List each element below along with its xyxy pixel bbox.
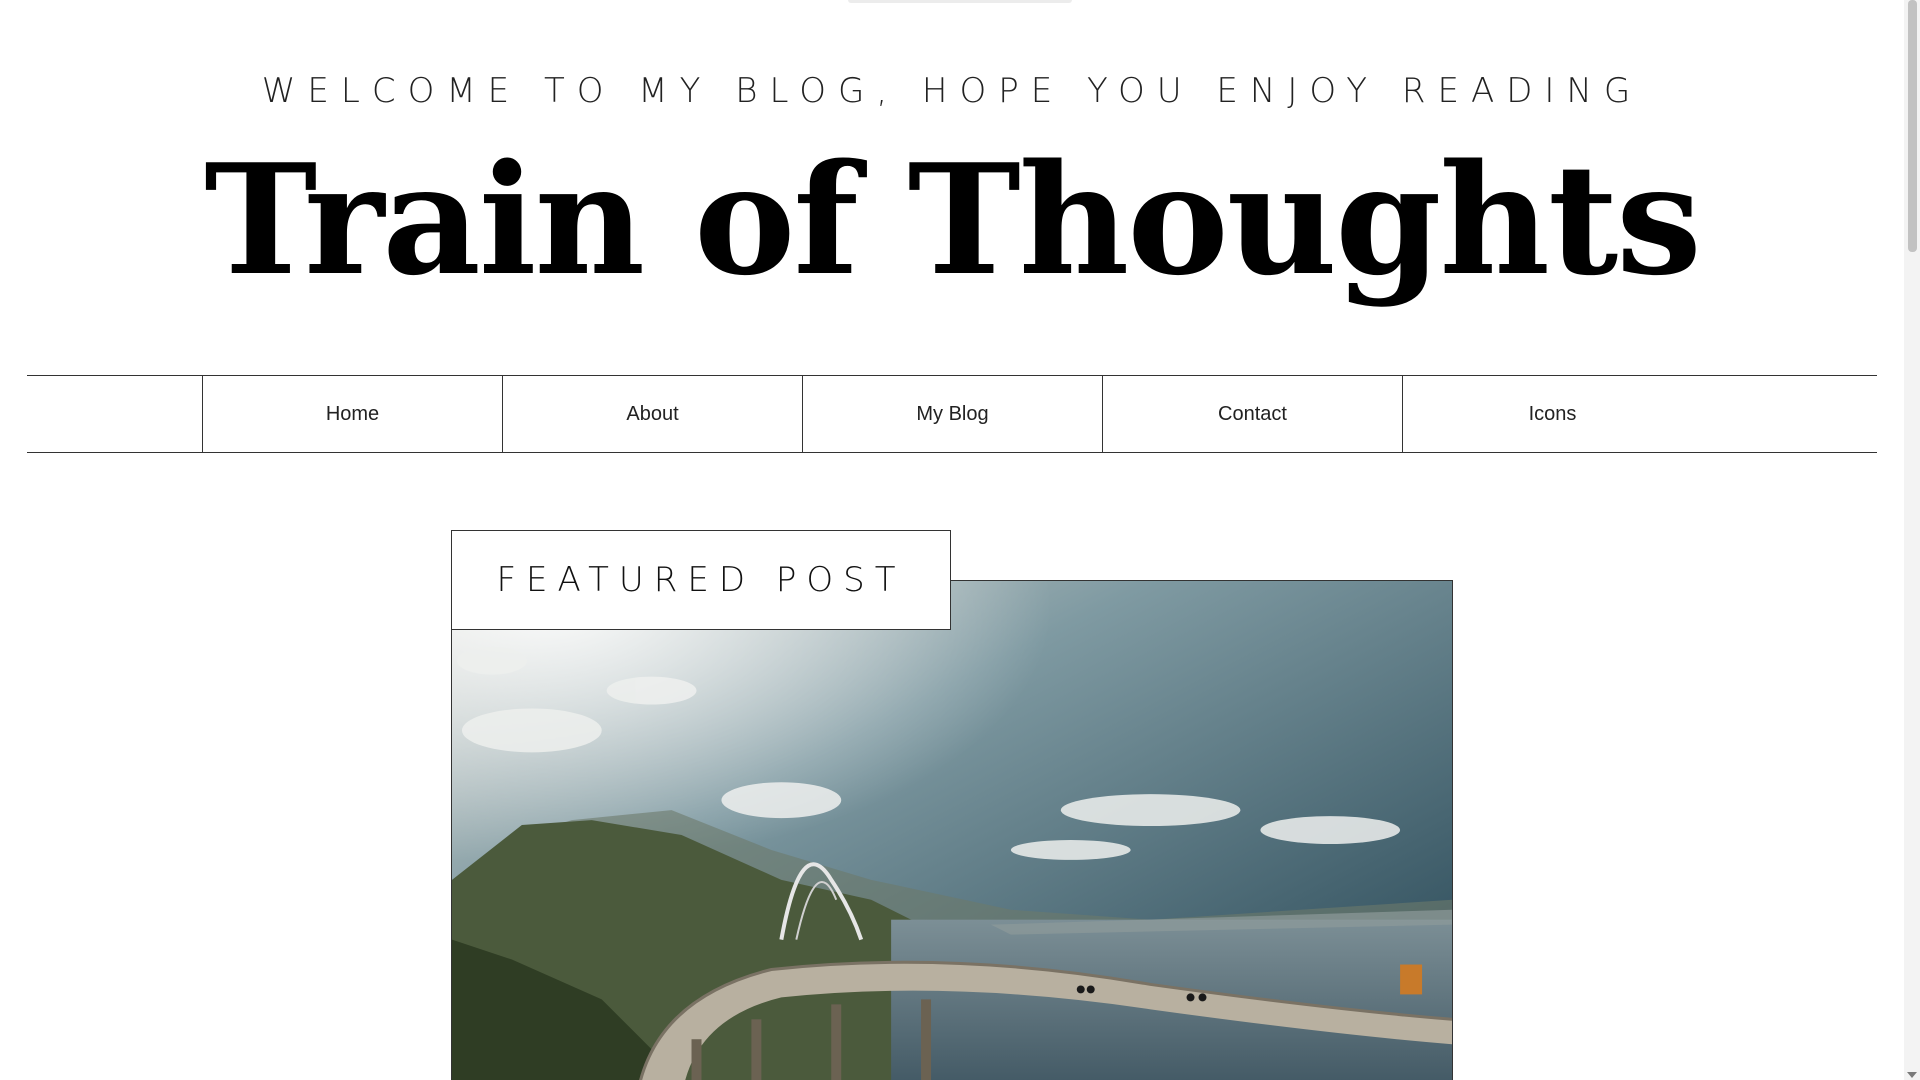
nav-item-home[interactable]: Home [202,376,502,452]
nav-spacer-right [1702,376,1877,452]
landscape-bridge-image [452,581,1452,1080]
scroll-down-arrow-icon[interactable] [1907,1072,1917,1078]
nav-item-my-blog[interactable]: My Blog [802,376,1102,452]
featured-post: FEATURED POST [451,530,1453,1080]
featured-post-label: FEATURED POST [451,530,951,630]
featured-post-image[interactable] [451,580,1453,1080]
site-title[interactable]: Train of Thoughts [0,130,1904,310]
nav-item-about[interactable]: About [502,376,802,452]
nav-item-icons[interactable]: Icons [1402,376,1702,452]
nav-spacer-left [27,376,202,452]
vertical-scrollbar[interactable] [1904,0,1920,1080]
site-tagline: WELCOME TO MY BLOG, HOPE YOU ENJOY READI… [261,71,1643,111]
top-tab-indicator [848,0,1072,3]
main-navigation: Home About My Blog Contact Icons [27,375,1877,453]
nav-item-contact[interactable]: Contact [1102,376,1402,452]
scrollbar-thumb[interactable] [1908,0,1917,252]
